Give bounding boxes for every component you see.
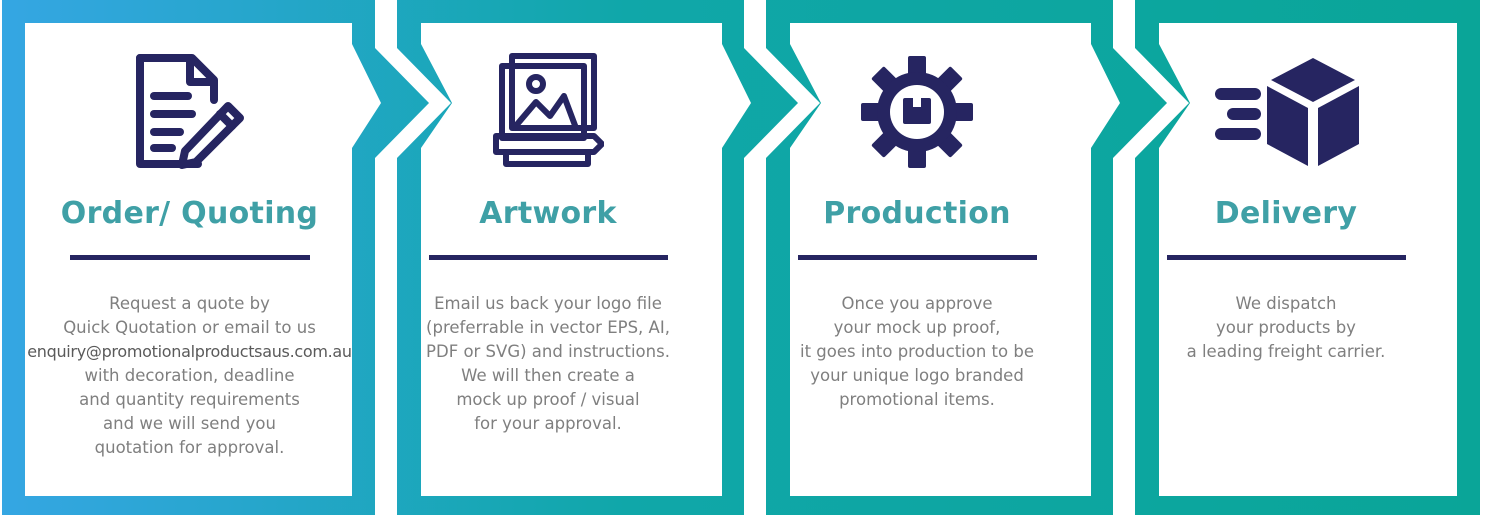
description-line: and quantity requirements — [79, 390, 300, 409]
delivery-box-icon — [1215, 58, 1359, 166]
step-description: Once you approve your mock up proof, it … — [790, 292, 1044, 412]
description-line: We dispatch — [1235, 294, 1337, 313]
step-title: Artwork — [479, 196, 617, 231]
process-diagram: Order/ Quoting Request a quote by Quick … — [0, 0, 1489, 515]
description-line: We will then create a — [461, 366, 635, 385]
description-line: with decoration, deadline — [84, 366, 295, 385]
step-description: Email us back your logo file (preferrabl… — [421, 292, 675, 436]
description-line: Email us back your logo file — [434, 294, 662, 313]
description-line: your mock up proof, — [833, 318, 1001, 337]
description-line: your unique logo branded — [810, 366, 1024, 385]
description-line: mock up proof / visual — [456, 390, 640, 409]
description-line: promotional items. — [839, 390, 995, 409]
title-divider — [70, 255, 310, 260]
step-description: We dispatch your products by a leading f… — [1159, 292, 1413, 364]
step-title: Delivery — [1214, 196, 1358, 231]
gear-box-icon — [861, 56, 973, 168]
step-title: Production — [823, 196, 1011, 231]
description-line: for your approval. — [474, 414, 622, 433]
step-order-quoting: Order/ Quoting Request a quote by Quick … — [2, 0, 377, 515]
description-line: (preferrable in vector EPS, AI, — [426, 318, 670, 337]
title-divider — [798, 255, 1037, 260]
step-title: Order/ Quoting — [60, 196, 319, 231]
step-artwork: Artwork Email us back your logo file (pr… — [421, 0, 675, 515]
document-pencil-icon — [135, 54, 244, 169]
description-line: Request a quote by — [109, 294, 270, 313]
description-line: Once you approve — [841, 294, 993, 313]
step-delivery: Delivery We dispatch your products by a … — [1159, 0, 1413, 515]
description-line: and we will send you — [103, 414, 276, 433]
title-divider — [1167, 255, 1406, 260]
step-production: Production Once you approve your mock up… — [790, 0, 1044, 515]
email-link[interactable]: enquiry@promotionalproductsaus.com.au — [2, 340, 377, 364]
description-line: it goes into production to be — [800, 342, 1034, 361]
step-description: Request a quote by Quick Quotation or em… — [2, 292, 377, 460]
description-line: Quick Quotation or email to us — [63, 318, 316, 337]
description-line: a leading freight carrier. — [1186, 342, 1386, 361]
description-line: your products by — [1216, 318, 1356, 337]
artwork-image-icon — [493, 53, 604, 167]
description-line: quotation for approval. — [94, 438, 285, 457]
description-line: PDF or SVG) and instructions. — [426, 342, 670, 361]
title-divider — [429, 255, 668, 260]
